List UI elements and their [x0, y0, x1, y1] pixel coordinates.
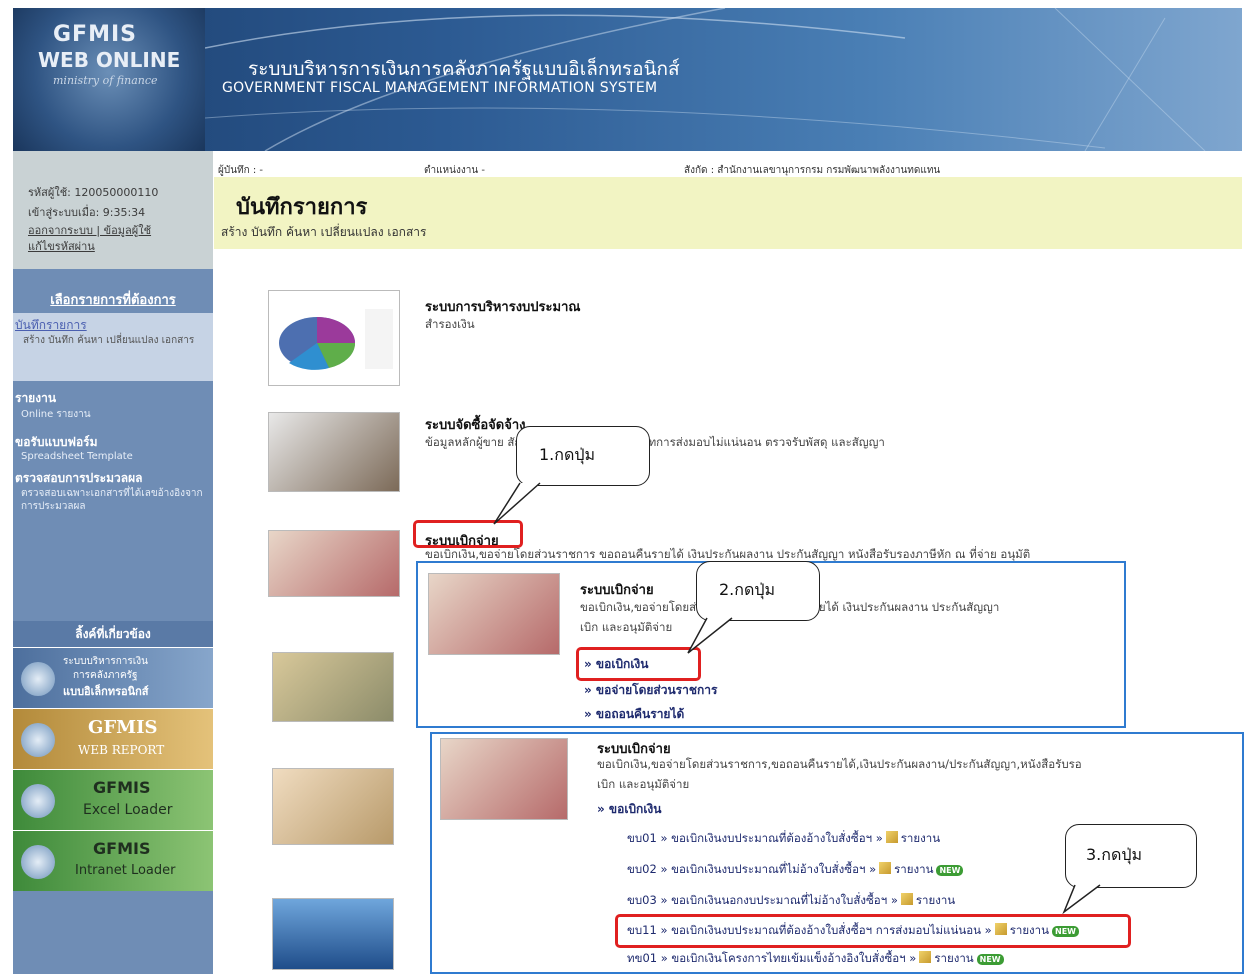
edit-icon[interactable]: [885, 831, 898, 843]
banner3-line1: GFMIS: [93, 778, 151, 797]
sidebar-item-check[interactable]: ตรวจสอบการประมวลผล: [15, 469, 143, 488]
panel1-title: ระบบเบิกจ่าย: [580, 583, 654, 598]
top-strip: [0, 0, 1245, 8]
budget-chart-image[interactable]: [268, 290, 400, 386]
globe-icon: [21, 662, 55, 696]
tile-budget-desc: สำรองเงิน: [425, 317, 475, 331]
pie-chart-icon: [279, 309, 393, 370]
banner3-line2: Excel Loader: [83, 802, 173, 818]
banner2-line2: WEB REPORT: [78, 743, 165, 757]
tile-procurement-desc: ข้อมูลหลักผู้ขาย สัญญา จัดซื้อ จ้าง เช่า…: [425, 435, 885, 449]
tk01-report[interactable]: รายงาน: [934, 951, 973, 965]
gfmis-logo: GFMIS WEB ONLINE ministry of finance: [13, 8, 205, 151]
tk01-link[interactable]: ทข01 » ขอเบิกเงินโครงการไทยเข้มแข็งอ้างอ…: [627, 951, 916, 965]
kb02-link[interactable]: ขบ02 » ขอเบิกเงินงบประมาณที่ไม่อ้างใบสั่…: [627, 862, 876, 876]
menu-heading: เลือกรายการที่ต้องการ: [50, 293, 176, 308]
logo-line2: WEB ONLINE: [38, 48, 181, 72]
link-agency-payment[interactable]: » ขอจ่ายโดยส่วนราชการ: [584, 681, 717, 700]
user-info: รหัสผู้ใช้: 120050000110 เข้าสู่ระบบเมื่…: [13, 151, 213, 269]
login-time: เข้าสู่ระบบเมื่อ: 9:35:34: [28, 206, 146, 219]
kb01-report[interactable]: รายงาน: [901, 831, 940, 845]
panel2-desc2: เบิก และอนุมัติจ่าย: [597, 777, 690, 791]
link-revenue-refund[interactable]: » ขอถอนคืนรายได้: [584, 705, 684, 724]
tile-procurement-title[interactable]: ระบบจัดซื้อจัดจ้าง: [425, 414, 525, 435]
menu-row-kb03[interactable]: ขบ03 » ขอเบิกเงินนอกงบประมาณที่ไม่อ้างใบ…: [627, 892, 955, 910]
banner4-line2: Intranet Loader: [75, 863, 176, 878]
banner-gfmis-main[interactable]: ระบบบริหารการเงิน การคลังภาครัฐ แบบอิเล็…: [13, 647, 213, 708]
logo-line3: ministry of finance: [53, 74, 158, 87]
new-badge: NEW: [936, 865, 964, 876]
callout-step-3: 3.กดปุ่ม: [1065, 824, 1197, 888]
info-bar: ผู้บันทึก : - ตำแหน่งงาน - สังกัด : สำนั…: [214, 163, 1242, 177]
position-label: ตำแหน่งงาน -: [424, 165, 485, 176]
recorder-label: ผู้บันทึก : -: [218, 165, 264, 176]
kb02-report[interactable]: รายงาน: [894, 862, 933, 876]
sidebar-item-forms-sub[interactable]: Spreadsheet Template: [21, 451, 133, 462]
menu-row-kb02[interactable]: ขบ02 » ขอเบิกเงินงบประมาณที่ไม่อ้างใบสั่…: [627, 861, 964, 879]
banner2-line1: GFMIS: [88, 717, 158, 738]
page-title: บันทึกรายการ: [236, 195, 368, 220]
sidebar-item-check-sub[interactable]: ตรวจสอบเฉพาะเอกสารที่ได้เลขอ้างอิงจากการ…: [21, 487, 207, 513]
logo-line1: GFMIS: [53, 22, 138, 47]
edit-icon[interactable]: [879, 862, 892, 874]
callout-step-2-pointer: [687, 617, 733, 654]
panel2-desc1: ขอเบิกเงิน,ขอจ่ายโดยส่วนราชการ,ขอถอนคืนร…: [597, 757, 1082, 771]
kb03-report[interactable]: รายงาน: [916, 893, 955, 907]
content-header: บันทึกรายการ สร้าง บันทึก ค้นหา เปลี่ยนแ…: [214, 177, 1242, 249]
sidebar-item-reports-sub[interactable]: Online รายงาน: [21, 407, 91, 422]
user-code: รหัสผู้ใช้: 120050000110: [28, 186, 159, 199]
banner1-line3: แบบอิเล็กทรอนิกส์: [63, 685, 149, 698]
related-links-heading: ลิ้งค์ที่เกี่ยวข้อง: [13, 621, 213, 647]
page-subtitle: สร้าง บันทึก ค้นหา เปลี่ยนแปลง เอกสาร: [221, 225, 427, 239]
sidebar-item-forms[interactable]: ขอรับแบบฟอร์ม: [15, 433, 98, 452]
globe-icon: [21, 723, 55, 757]
sidebar-item-record-desc: สร้าง บันทึก ค้นหา เปลี่ยนแปลง เอกสาร: [23, 335, 195, 346]
banknotes-image: [272, 652, 394, 722]
banner-excel-loader[interactable]: GFMIS Excel Loader: [13, 769, 213, 830]
callout-step-2-text: 2.กดปุ่ม: [719, 580, 776, 599]
edit-icon[interactable]: [919, 951, 932, 963]
banner-intranet-loader[interactable]: GFMIS Intranet Loader: [13, 830, 213, 891]
banner1-line2: การคลังภาครัฐ: [73, 670, 138, 681]
highlight-box-3: [615, 914, 1131, 948]
callout-step-3-pointer: [1062, 884, 1101, 914]
change-password-link[interactable]: แก้ไขรหัสผ่าน: [28, 237, 95, 255]
callout-step-1-text: 1.กดปุ่ม: [539, 445, 596, 464]
callout-step-2: 2.กดปุ่ม: [696, 561, 820, 621]
sidebar-filler: [13, 891, 213, 974]
bridge-image: [272, 898, 394, 970]
kb01-link[interactable]: ขบ01 » ขอเบิกเงินงบประมาณที่ต้องอ้างใบสั…: [627, 831, 883, 845]
sidebar: รหัสผู้ใช้: 120050000110 เข้าสู่ระบบเมื่…: [13, 151, 213, 974]
globe-icon: [21, 845, 55, 879]
sidebar-item-record[interactable]: บันทึกรายการ สร้าง บันทึก ค้นหา เปลี่ยนแ…: [13, 313, 213, 381]
menu-row-kb01[interactable]: ขบ01 » ขอเบิกเงินงบประมาณที่ต้องอ้างใบสั…: [627, 830, 940, 848]
kb03-link[interactable]: ขบ03 » ขอเบิกเงินนอกงบประมาณที่ไม่อ้างใบ…: [627, 893, 898, 907]
banner4-line1: GFMIS: [93, 839, 151, 858]
panel1-desc2: เบิก และอนุมัติจ่าย: [580, 620, 673, 634]
panel2-section-request-payment[interactable]: » ขอเบิกเงิน: [597, 800, 662, 819]
globe-icon: [21, 784, 55, 818]
callout-step-1: 1.กดปุ่ม: [516, 426, 650, 486]
handshake-image[interactable]: [268, 412, 400, 492]
system-title-english: GOVERNMENT FISCAL MANAGEMENT INFORMATION…: [222, 80, 658, 96]
edit-icon[interactable]: [900, 893, 913, 905]
banner1-line1: ระบบบริหารการเงิน: [63, 656, 148, 667]
tile-budget-title[interactable]: ระบบการบริหารงบประมาณ: [425, 296, 580, 317]
affiliation-label: สังกัด : สำนักงานเลขานุการกรม กรมพัฒนาพล…: [684, 165, 941, 176]
money-bouquet-image[interactable]: [268, 530, 400, 597]
callout-step-3-text: 3.กดปุ่ม: [1086, 845, 1143, 864]
callout-step-1-pointer: [493, 482, 541, 525]
new-badge: NEW: [976, 954, 1004, 965]
menu-row-tk01[interactable]: ทข01 » ขอเบิกเงินโครงการไทยเข้มแข็งอ้างอ…: [627, 950, 1004, 968]
money-bouquet-image: [428, 573, 560, 655]
banner-web-report[interactable]: GFMIS WEB REPORT: [13, 708, 213, 769]
sidebar-item-reports[interactable]: รายงาน: [15, 389, 56, 408]
money-bouquet-image: [440, 738, 568, 820]
documents-image: [272, 768, 394, 845]
